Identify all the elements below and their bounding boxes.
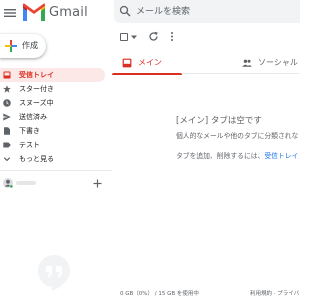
add-contact-icon[interactable] bbox=[93, 179, 102, 188]
select-all-checkbox[interactable] bbox=[120, 33, 128, 41]
chevron-down-icon bbox=[3, 157, 11, 162]
sidebar: 作成 受信トレイ スター付き スヌーズ中 送信済み 下書き テスト もっと見る bbox=[0, 26, 112, 300]
footer-links[interactable]: 利用規約 · プライバ bbox=[250, 289, 299, 297]
tab-label: メイン bbox=[138, 58, 162, 67]
gmail-logo-icon bbox=[23, 3, 45, 21]
sidebar-item-label: テスト bbox=[19, 141, 40, 149]
sidebar-item-sent[interactable]: 送信済み bbox=[0, 110, 105, 124]
inbox-icon bbox=[3, 71, 11, 79]
clock-icon bbox=[3, 99, 11, 107]
caret-down-icon[interactable] bbox=[131, 35, 137, 40]
compose-label: 作成 bbox=[22, 41, 38, 50]
sidebar-divider bbox=[0, 170, 112, 171]
avatar[interactable] bbox=[3, 178, 13, 188]
compose-button[interactable]: 作成 bbox=[0, 34, 46, 58]
inbox-settings-link[interactable]: 受信トレイ bbox=[264, 152, 298, 160]
main-menu-button[interactable] bbox=[2, 5, 18, 21]
star-icon bbox=[3, 85, 11, 93]
sidebar-item-label: スター付き bbox=[19, 85, 54, 93]
tab-social[interactable]: ソーシャル bbox=[232, 52, 302, 74]
plus-icon bbox=[5, 40, 17, 52]
account-name-blurred bbox=[16, 181, 36, 185]
sidebar-item-label: 受信トレイ bbox=[19, 71, 54, 79]
empty-state-text-part: タブを追加、削除するには、 bbox=[176, 152, 265, 160]
more-vert-icon[interactable] bbox=[169, 31, 175, 42]
sidebar-item-more[interactable]: もっと見る bbox=[0, 152, 105, 166]
refresh-icon[interactable] bbox=[148, 31, 159, 42]
empty-state-text: 個人的なメールや他のタブに分類されな bbox=[176, 132, 299, 140]
storage-usage: 0 GB（0%） / 15 GB を使用中 bbox=[120, 291, 199, 297]
sidebar-item-test[interactable]: テスト bbox=[0, 138, 105, 152]
sidebar-item-label: 送信済み bbox=[19, 113, 47, 121]
people-icon bbox=[242, 59, 252, 67]
sidebar-item-starred[interactable]: スター付き bbox=[0, 82, 105, 96]
draft-icon bbox=[4, 127, 10, 135]
inbox-icon bbox=[122, 58, 132, 68]
main-content: メイン ソーシャル [メイン] タブは空です 個人的なメールや他のタブに分類され… bbox=[112, 26, 300, 300]
label-icon bbox=[3, 142, 11, 148]
send-icon bbox=[3, 113, 11, 121]
sidebar-item-drafts[interactable]: 下書き bbox=[0, 124, 105, 138]
search-icon[interactable] bbox=[119, 5, 131, 17]
search-box[interactable] bbox=[114, 0, 300, 23]
hamburger-icon bbox=[4, 9, 16, 17]
tab-label: ソーシャル bbox=[258, 58, 298, 67]
category-tabs: メイン ソーシャル bbox=[112, 52, 302, 75]
toolbar bbox=[112, 26, 300, 48]
sidebar-item-label: 下書き bbox=[19, 127, 40, 135]
sidebar-item-inbox[interactable]: 受信トレイ bbox=[0, 68, 105, 82]
brand-name: Gmail bbox=[49, 5, 88, 20]
top-bar: Gmail bbox=[0, 0, 300, 26]
empty-state-title: [メイン] タブは空です bbox=[176, 116, 262, 126]
hangouts-icon bbox=[38, 255, 70, 291]
sidebar-item-label: スヌーズ中 bbox=[19, 99, 54, 107]
empty-state-text: タブを追加、削除するには、受信トレイ bbox=[176, 150, 298, 160]
tab-primary[interactable]: メイン bbox=[112, 52, 182, 75]
search-input[interactable] bbox=[136, 3, 296, 20]
sidebar-item-label: もっと見る bbox=[19, 155, 54, 163]
sidebar-item-snoozed[interactable]: スヌーズ中 bbox=[0, 96, 105, 110]
